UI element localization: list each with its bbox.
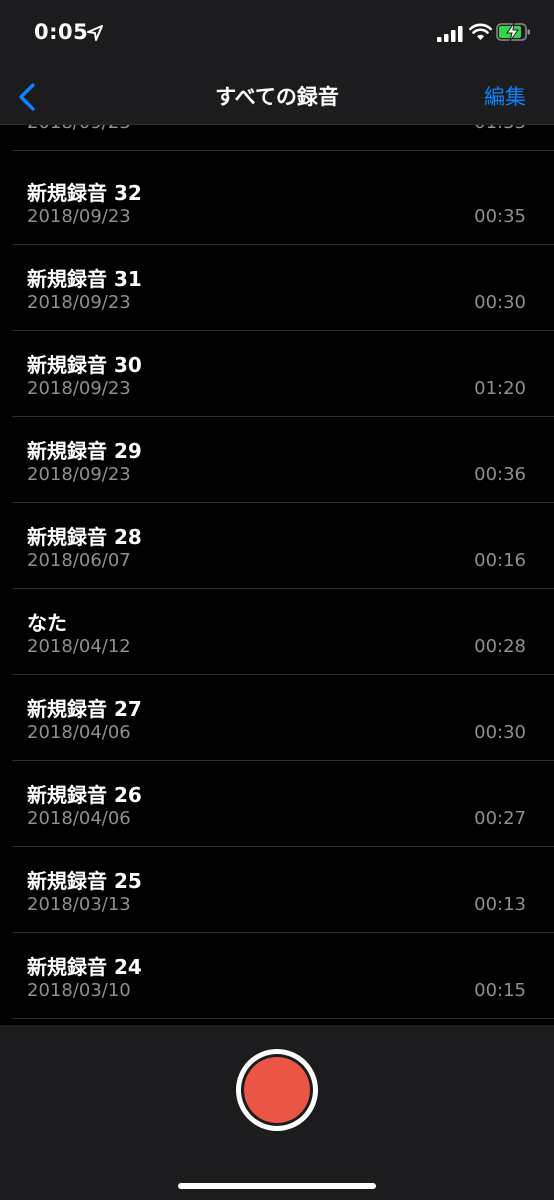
recording-date: 2018/06/07 (27, 550, 131, 571)
location-arrow-icon (87, 25, 103, 41)
navigation-bar: すべての録音 編集 (0, 70, 554, 125)
recording-duration: 00:13 (474, 894, 526, 915)
recording-row[interactable]: 新規録音 25 2018/03/13 00:13 (0, 847, 554, 933)
edit-button[interactable]: 編集 (484, 81, 526, 111)
status-time: 0:05 (34, 20, 89, 44)
recording-title: 新規録音 31 (27, 267, 142, 291)
page-title: すべての録音 (215, 85, 339, 109)
recording-date: 2018/09/23 (27, 125, 131, 133)
recording-title: 新規録音 30 (27, 353, 142, 377)
recording-row[interactable]: 新規録音 31 2018/09/23 00:30 (0, 245, 554, 331)
recording-title: 新規録音 24 (27, 955, 142, 979)
recording-row[interactable]: なた 2018/04/12 00:28 (0, 589, 554, 675)
status-bar: 0:05 (0, 0, 554, 70)
recording-row[interactable]: 2018/09/23 01:33 (0, 125, 554, 151)
recording-title: 新規録音 26 (27, 783, 142, 807)
recording-title: なた (27, 611, 67, 635)
recording-date: 2018/09/23 (27, 464, 131, 485)
recording-date: 2018/03/13 (27, 894, 131, 915)
recording-duration: 01:20 (474, 378, 526, 399)
recording-row[interactable]: 新規録音 24 2018/03/10 00:15 (0, 933, 554, 1019)
recording-title: 新規録音 27 (27, 697, 142, 721)
recording-title: 新規録音 29 (27, 439, 142, 463)
recording-row[interactable]: 新規録音 30 2018/09/23 01:20 (0, 331, 554, 417)
battery-charging-icon (496, 22, 530, 42)
recording-duration: 00:35 (474, 206, 526, 227)
recording-row[interactable]: 新規録音 28 2018/06/07 00:16 (0, 503, 554, 589)
recording-row[interactable]: 新規録音 32 2018/09/23 00:35 (0, 159, 554, 245)
recording-date: 2018/04/06 (27, 722, 131, 743)
recording-date: 2018/03/10 (27, 980, 131, 1001)
recording-row[interactable]: 新規録音 27 2018/04/06 00:30 (0, 675, 554, 761)
cellular-signal-icon (437, 26, 463, 42)
record-button[interactable] (236, 1049, 318, 1131)
recording-title: 新規録音 32 (27, 181, 142, 205)
recording-date: 2018/09/23 (27, 378, 131, 399)
recording-duration: 00:28 (474, 636, 526, 657)
recording-row[interactable]: 新規録音 29 2018/09/23 00:36 (0, 417, 554, 503)
record-button-icon (244, 1057, 310, 1123)
recording-date: 2018/09/23 (27, 206, 131, 227)
recording-duration: 00:30 (474, 292, 526, 313)
recording-duration: 01:33 (474, 125, 526, 133)
record-button-ring (241, 1054, 313, 1126)
recordings-list[interactable]: 2018/09/23 01:33 新規録音 32 2018/09/23 00:3… (0, 125, 554, 1025)
recording-duration: 00:36 (474, 464, 526, 485)
recording-date: 2018/04/12 (27, 636, 131, 657)
recording-duration: 00:16 (474, 550, 526, 571)
recording-row[interactable]: 新規録音 26 2018/04/06 00:27 (0, 761, 554, 847)
recording-date: 2018/09/23 (27, 292, 131, 313)
bottom-toolbar (0, 1025, 554, 1200)
recording-duration: 00:15 (474, 980, 526, 1001)
recording-duration: 00:30 (474, 722, 526, 743)
recording-duration: 00:27 (474, 808, 526, 829)
wifi-icon (469, 23, 492, 40)
recording-title: 新規録音 25 (27, 869, 142, 893)
recording-title: 新規録音 28 (27, 525, 142, 549)
home-indicator (178, 1183, 376, 1189)
recording-date: 2018/04/06 (27, 808, 131, 829)
